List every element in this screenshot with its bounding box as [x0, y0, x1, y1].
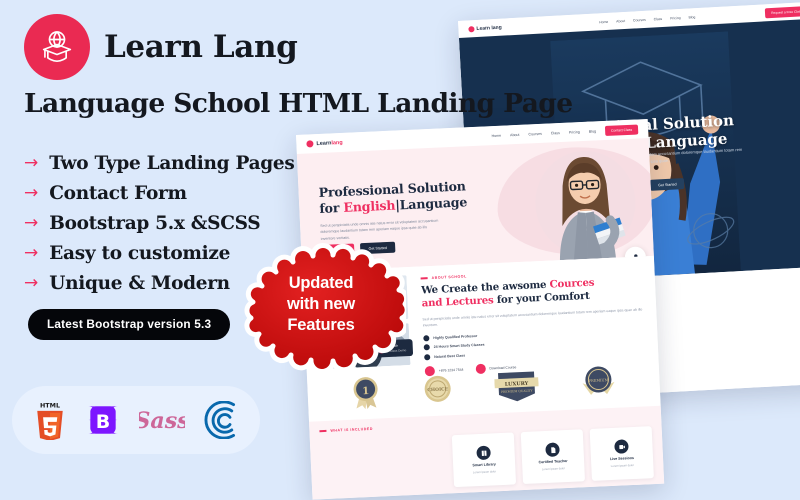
arrow-right-icon: →	[24, 152, 39, 173]
book-icon	[476, 445, 491, 461]
mockup-back-menu-courses[interactable]: Courses	[633, 17, 646, 22]
front-hero-suffix: |Language	[394, 194, 468, 213]
mockup-back-logo-text: Learn lang	[476, 24, 502, 32]
about-text-block: ABOUT SCHOOL We Create the awsome Cource…	[420, 266, 649, 377]
menu-item-about[interactable]: About	[510, 132, 520, 136]
feature-desc: Lorem ipsum dolor	[472, 469, 497, 475]
bootstrap-icon: B	[83, 401, 123, 439]
svg-text:Sass: Sass	[139, 408, 185, 434]
about-check-list: Highly Qualified Professor 24 Hours Smar…	[423, 325, 648, 361]
arrow-right-icon: →	[24, 212, 39, 233]
menu-item-blog[interactable]: Blog	[589, 129, 596, 133]
svg-text:LUXURY: LUXURY	[505, 381, 529, 388]
svg-text:B: B	[96, 411, 110, 433]
mockup-back-menu-about[interactable]: About	[616, 18, 625, 22]
phone-icon	[424, 365, 436, 377]
check-label: Natural Best Class	[434, 353, 466, 359]
download-label: Download Course	[489, 365, 517, 371]
jquery-icon	[200, 401, 240, 439]
mockup-back-getstarted-button[interactable]: Get Started	[649, 177, 685, 191]
feature-card[interactable]: Live Sessions Lorem ipsum dolor	[589, 426, 654, 481]
feature-title: Live Sessions	[609, 456, 635, 462]
menu-item-home[interactable]: Home	[491, 133, 501, 137]
feature-card[interactable]: Smart Library Lorem ipsum dolor	[451, 432, 517, 488]
about-heading-hl1: Cources	[549, 276, 595, 291]
bootstrap-version-badge: Latest Bootstrap version 5.3	[28, 309, 231, 340]
feature-label: Two Type Landing Pages	[49, 152, 295, 174]
feature-desc: Lorem ipsum dolor	[541, 466, 566, 472]
feature-title: Smart Library	[472, 462, 496, 468]
feature-desc: Lorem ipsum dolor	[610, 463, 634, 469]
download-course[interactable]: Download Course	[475, 362, 516, 374]
updated-features-starburst: Updated with new Features	[236, 228, 410, 380]
phone-number: +876 1234 7544	[438, 367, 464, 373]
mockup-back-menu-pricing[interactable]: Pricing	[670, 15, 681, 20]
html5-icon: HTML	[32, 400, 68, 440]
svg-text:HTML: HTML	[40, 402, 60, 409]
menu-item-class[interactable]: Class	[551, 131, 560, 135]
mockup-front-features-section: WHAT IS INCLUDED Smart Library Lorem ips…	[309, 405, 665, 500]
arrow-right-icon: →	[24, 242, 39, 263]
mockup-back-logo-icon	[468, 25, 475, 32]
phone-contact[interactable]: +876 1234 7544	[424, 364, 464, 377]
arrow-right-icon: →	[24, 272, 39, 293]
feature-item-1: → Two Type Landing Pages	[24, 148, 295, 178]
video-icon	[614, 439, 629, 454]
about-heading-p2: for your Comfort	[493, 290, 590, 307]
feature-label: Bootstrap 5.x &SCSS	[49, 212, 261, 234]
mockup-front-hero-title: Professional Solution for English|Langua…	[318, 178, 467, 217]
about-kicker-label: ABOUT SCHOOL	[431, 274, 467, 280]
about-heading-hl2: and Lectures	[421, 294, 494, 310]
menu-item-courses[interactable]: Courses	[528, 131, 542, 136]
svg-text:1: 1	[362, 386, 369, 397]
feature-label: Easy to customize	[49, 242, 231, 264]
feature-label: Contact Form	[49, 182, 187, 204]
mockup-front-nav-cta[interactable]: Contact Class	[604, 123, 639, 136]
about-heading: We Create the awsome Cources and Lecture…	[421, 274, 646, 311]
svg-text:CHOICE: CHOICE	[427, 386, 449, 393]
check-icon	[423, 344, 430, 351]
globe-graduation-cap-icon	[42, 31, 72, 63]
starburst-shape	[244, 243, 410, 374]
kicker-bar	[420, 277, 428, 280]
feature-item-2: → Contact Form	[24, 178, 294, 208]
award-medal-choice: CHOICE	[424, 375, 451, 402]
check-label: 24 Hours Smart Study Classes	[433, 343, 485, 350]
mockup-back-nav-cta[interactable]: Request a Free Class	[764, 5, 800, 18]
download-icon	[475, 363, 486, 374]
menu-item-pricing[interactable]: Pricing	[569, 130, 580, 134]
check-icon	[423, 335, 430, 342]
feature-card[interactable]: Certified Teacher Lorem ipsum dolor	[520, 429, 586, 485]
page-title: Language School HTML Landing Page	[24, 88, 573, 119]
tech-stack-bar: HTML B Sass	[12, 386, 260, 454]
promo-banner: Learn lang Home About Courses Class Pric…	[0, 0, 800, 500]
feature-card-list: Smart Library Lorem ipsum dolor Certifie…	[320, 426, 654, 493]
hero-teacher-photo	[535, 150, 636, 261]
arrow-right-icon: →	[24, 182, 39, 203]
check-label: Highly Qualified Professor	[433, 333, 478, 340]
brand-name: Learn Lang	[104, 29, 298, 65]
brand-logo-badge	[24, 14, 90, 80]
award-seal-premium: PREMIUM	[582, 366, 615, 395]
certificate-icon	[545, 442, 560, 457]
mockup-front-menu: Home About Courses Class Pricing Blog Co…	[491, 123, 639, 141]
front-hero-highlight: English	[343, 197, 396, 216]
feature-label: Unique & Modern	[49, 272, 230, 294]
check-icon	[424, 353, 431, 361]
feature-title: Certified Teacher	[538, 459, 568, 465]
mockup-back-menu-blog[interactable]: Blog	[688, 15, 695, 19]
mockup-back-menu-class[interactable]: Class	[654, 16, 663, 20]
mockup-back-menu-home[interactable]: Home	[599, 19, 608, 23]
sass-icon: Sass	[139, 403, 185, 437]
brand-lockup: Learn Lang	[24, 14, 298, 80]
